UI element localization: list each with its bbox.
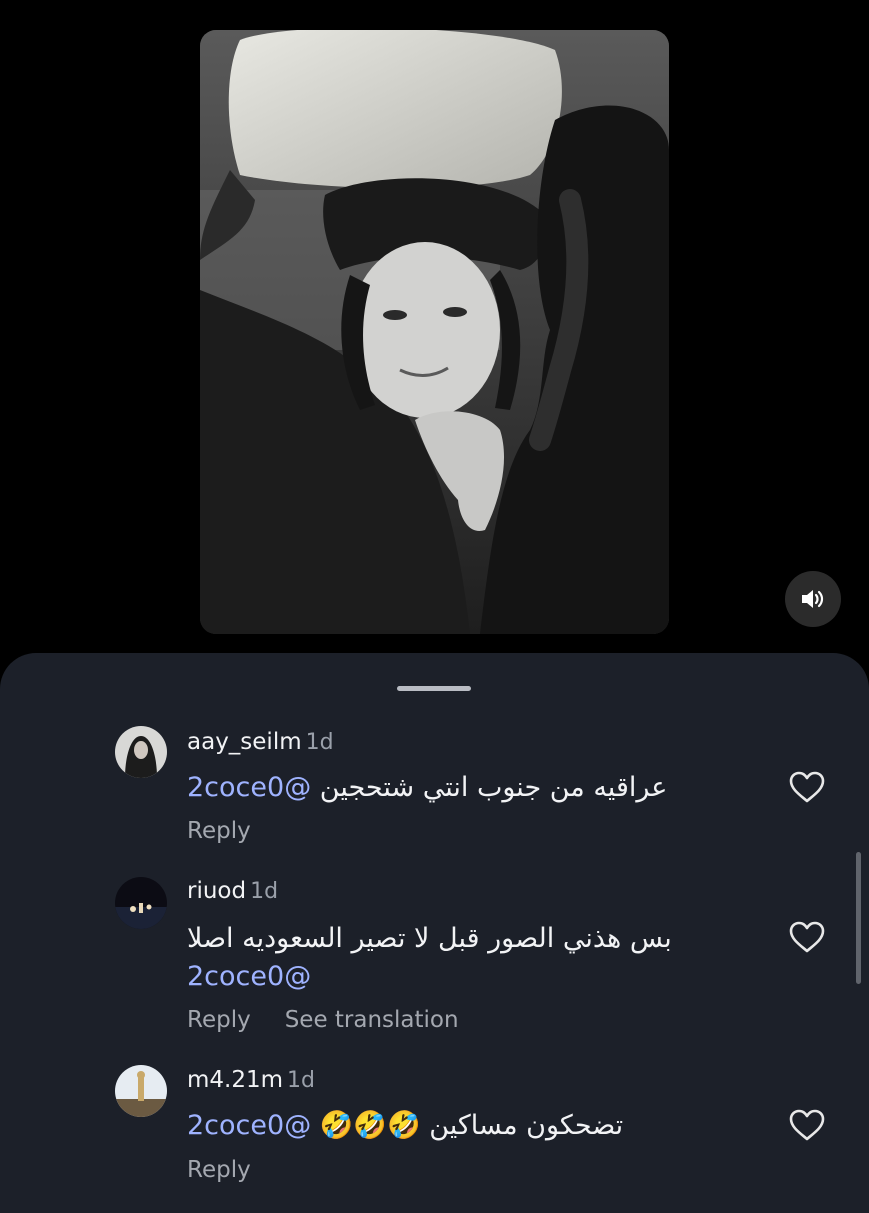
avatar-image <box>115 726 167 778</box>
comment-text: تضحكون مساكين 🤣🤣🤣 @2coce0 <box>187 1107 677 1145</box>
comment-meta: riuod 1d <box>187 878 278 904</box>
avatar[interactable] <box>115 1065 167 1117</box>
comment-body: بس هذني الصور قبل لا تصير السعوديه اصلا <box>187 923 672 954</box>
post-photo[interactable] <box>200 30 669 634</box>
heart-outline-icon[interactable] <box>788 920 826 954</box>
username[interactable]: m4.21m <box>187 1067 283 1093</box>
mention-link[interactable]: @2coce0 <box>187 772 311 803</box>
avatar-image <box>115 877 167 929</box>
username[interactable]: aay_seilm <box>187 729 302 755</box>
comment-time: 1d <box>305 730 334 755</box>
heart-outline-icon[interactable] <box>788 1108 826 1142</box>
comment-meta: aay_seilm 1d <box>187 729 334 755</box>
comment-actions: Reply <box>187 1157 251 1183</box>
reply-button[interactable]: Reply <box>187 1007 251 1033</box>
mention-link[interactable]: @2coce0 <box>187 961 311 992</box>
photo-image <box>200 30 669 634</box>
speaker-icon <box>802 590 824 608</box>
comment-time: 1d <box>287 1068 315 1093</box>
comment-text: بس هذني الصور قبل لا تصير السعوديه اصلا … <box>187 920 677 996</box>
avatar[interactable] <box>115 877 167 929</box>
comment-body: تضحكون مساكين 🤣🤣🤣 <box>319 1110 624 1141</box>
comment-actions: Reply See translation <box>187 1007 459 1033</box>
reply-button[interactable]: Reply <box>187 818 251 844</box>
sound-toggle-button[interactable] <box>785 571 841 627</box>
comment-actions: Reply <box>187 818 251 844</box>
mention-link[interactable]: @2coce0 <box>187 1110 311 1141</box>
avatar[interactable] <box>115 726 167 778</box>
reply-button[interactable]: Reply <box>187 1157 251 1183</box>
comment-body: عراقيه من جنوب انتي شتحجين <box>319 772 668 803</box>
scrollbar[interactable] <box>856 852 861 984</box>
comment-meta: m4.21m 1d <box>187 1067 315 1093</box>
heart-outline-icon[interactable] <box>788 770 826 804</box>
see-translation-button[interactable]: See translation <box>285 1007 459 1033</box>
comment-text: عراقيه من جنوب انتي شتحجين @2coce0 <box>187 769 677 807</box>
username[interactable]: riuod <box>187 878 246 904</box>
sheet-drag-handle[interactable] <box>397 686 471 691</box>
comment-time: 1d <box>250 879 279 904</box>
avatar-image <box>115 1065 167 1117</box>
